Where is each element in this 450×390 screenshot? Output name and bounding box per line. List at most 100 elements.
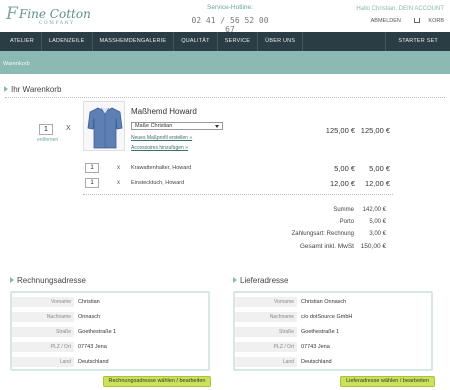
address-row: PLZ / Ort 07743 Jena — [12, 340, 208, 354]
nav-item-ueber-uns[interactable]: ÜBER UNS — [258, 32, 304, 51]
total-value: 3,00 € — [369, 231, 386, 237]
triangle-icon — [233, 277, 237, 283]
shipping-title-text: Lieferadresse — [240, 276, 289, 285]
accessory-qty-input[interactable]: 1 — [85, 178, 99, 188]
address-row: Nachname Onnasch — [12, 310, 208, 324]
shipping-address-button[interactable]: Lieferadresse wählen / bearbeiten — [340, 376, 435, 387]
accessory-qty-input[interactable]: 1 — [85, 163, 99, 173]
breadcrumb-band: Warenkorb — [0, 51, 450, 77]
total-label: Summe — [333, 207, 354, 213]
account-area: Hallo Christian, DEIN ACCOUNT ABMELDEN K… — [356, 6, 444, 24]
nav-item-qualitaet[interactable]: QUALITÄT — [174, 32, 218, 51]
address-row: Nachname c/o dotSource GmbH — [235, 310, 431, 324]
address-key: Vorname — [12, 297, 74, 307]
nav-item-service[interactable]: SERVICE — [218, 32, 259, 51]
accessory-unit-price: 12,00 € — [329, 179, 355, 188]
logout-link[interactable]: ABMELDEN — [371, 18, 401, 24]
shipping-address-box: Vorname Christian Onnasch Nachname c/o dot… — [233, 291, 433, 371]
total-value: 5,00 € — [369, 219, 386, 225]
main-nav: ATELIER LADENZEILE MASSHEMDENGALERIE QUA… — [0, 32, 450, 51]
billing-address-box: Vorname Christian Nachname Onnasch Straße G… — [10, 291, 210, 371]
chevron-down-icon — [215, 125, 219, 128]
product-unit-price: 125,00 € — [325, 126, 355, 135]
divider — [83, 194, 393, 195]
nav-item-ladenzeile[interactable]: LADENZEILE — [42, 32, 93, 51]
address-value: Christian Onnasch — [301, 299, 347, 305]
accessory-total-price: 5,00 € — [369, 164, 390, 173]
product-name: Maßhemd Howard — [131, 107, 197, 116]
grand-total-label: Gesamt inkl. MwSt — [299, 243, 354, 250]
breadcrumb[interactable]: Warenkorb — [3, 61, 30, 67]
address-key: Land — [12, 357, 74, 367]
measurement-select-value: Maße Christian — [135, 123, 173, 129]
total-label: Zahlungsart: Rechnung — [291, 231, 354, 237]
cart-icon — [414, 18, 421, 23]
nav-item-starter-set[interactable]: STARTER SET — [385, 32, 450, 51]
billing-title-text: Rechnungsadresse — [17, 276, 86, 285]
accessory-name: Krawattenhalter, Howard — [131, 165, 192, 171]
service-hotline: Service-Hotline: 02 41 / 56 52 00 67 — [190, 4, 270, 34]
accessory-unit-price: 5,00 € — [334, 164, 355, 173]
address-value: 07743 Jena — [78, 344, 107, 350]
logo-sub: COMPANY — [39, 21, 75, 26]
cart-title: Ihr Warenkorb — [4, 85, 61, 94]
address-row: Straße Goethestraße 1 — [235, 325, 431, 339]
product-total-price: 125,00 € — [360, 126, 390, 135]
cart-label: KORB — [428, 18, 444, 24]
shipping-title: Lieferadresse — [233, 276, 288, 285]
measurement-select[interactable]: Maße Christian — [131, 122, 223, 130]
address-value: c/o dotSource GmbH — [301, 314, 353, 320]
address-row: Vorname Christian Onnasch — [235, 295, 431, 309]
accessory-x: x — [117, 165, 120, 171]
product-image — [83, 101, 125, 151]
address-value: Deutschland — [301, 359, 332, 365]
cart-link[interactable]: KORB — [408, 18, 444, 24]
address-row: Straße Goethestraße 1 — [12, 325, 208, 339]
address-key: Straße — [12, 327, 74, 337]
address-key: Straße — [235, 327, 297, 337]
product-qty-input[interactable]: 1 — [39, 124, 53, 135]
accessory-x: x — [117, 180, 120, 186]
scalloped-edge — [0, 71, 450, 77]
hotline-label: Service-Hotline: — [207, 4, 253, 11]
address-row: Vorname Christian — [12, 295, 208, 309]
logo-mark: F — [6, 4, 18, 24]
billing-title: Rechnungsadresse — [10, 276, 86, 285]
remove-link[interactable]: entfernen — [37, 137, 58, 143]
address-row: PLZ / Ort 07743 Jena — [235, 340, 431, 354]
address-row: Land Deutschland — [12, 355, 208, 369]
product-x: X — [66, 125, 71, 132]
address-key: Vorname — [235, 297, 297, 307]
cart-title-text: Ihr Warenkorb — [11, 85, 62, 94]
header: F Fine Cotton COMPANY Service-Hotline: 0… — [0, 0, 450, 34]
total-label: Porto — [339, 219, 354, 225]
address-key: PLZ / Ort — [12, 342, 74, 352]
address-value: Christian — [78, 299, 100, 305]
grand-total-value: 150,00 € — [360, 243, 386, 250]
total-value: 142,00 € — [362, 207, 386, 213]
billing-address-button[interactable]: Rechnungsadresse wählen / bearbeiten — [103, 376, 211, 387]
address-key: Nachname — [12, 312, 74, 322]
shirt-icon — [87, 107, 123, 149]
accessory-name: Einstecktuch, Howard — [131, 180, 185, 186]
address-key: PLZ / Ort — [235, 342, 297, 352]
triangle-icon — [10, 277, 14, 283]
divider — [5, 97, 445, 98]
address-row: Land Deutschland — [235, 355, 431, 369]
address-value: Goethestraße 1 — [301, 329, 340, 335]
address-value: 07743 Jena — [301, 344, 330, 350]
logo[interactable]: F Fine Cotton COMPANY — [6, 4, 96, 28]
nav-item-masshemdengalerie[interactable]: MASSHEMDENGALERIE — [93, 32, 175, 51]
address-value: Goethestraße 1 — [78, 329, 117, 335]
new-profile-link[interactable]: Neues Maßprofil erstellen » — [131, 135, 192, 141]
logo-name: Fine Cotton — [19, 7, 91, 21]
address-key: Land — [235, 357, 297, 367]
add-accessories-link[interactable]: Accessoires hinzufügen » — [131, 145, 188, 151]
account-greeting[interactable]: Hallo Christian, DEIN ACCOUNT — [356, 6, 444, 12]
accessory-total-price: 12,00 € — [364, 179, 390, 188]
address-value: Deutschland — [78, 359, 109, 365]
address-value: Onnasch — [78, 314, 101, 320]
address-key: Nachname — [235, 312, 297, 322]
triangle-icon — [4, 86, 8, 92]
nav-item-atelier[interactable]: ATELIER — [0, 32, 42, 51]
